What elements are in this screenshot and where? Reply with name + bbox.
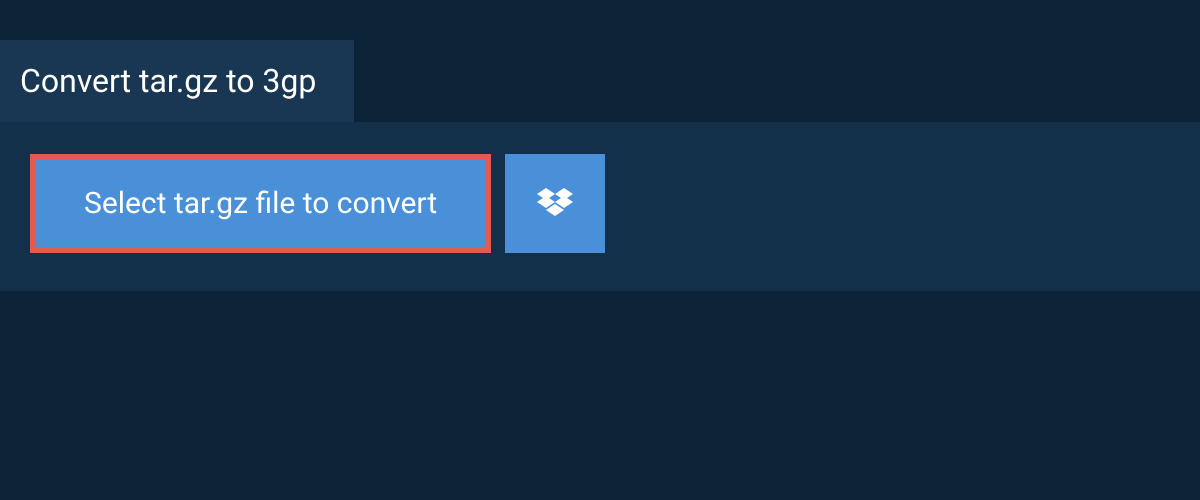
button-row: Select tar.gz file to convert xyxy=(30,154,1170,253)
select-file-label: Select tar.gz file to convert xyxy=(84,186,437,221)
tab-header: Convert tar.gz to 3gp xyxy=(0,40,354,122)
select-file-button[interactable]: Select tar.gz file to convert xyxy=(30,154,491,253)
content-panel: Select tar.gz file to convert xyxy=(0,122,1200,291)
page-title: Convert tar.gz to 3gp xyxy=(20,62,316,100)
dropbox-icon xyxy=(537,188,573,220)
dropbox-button[interactable] xyxy=(505,154,605,253)
